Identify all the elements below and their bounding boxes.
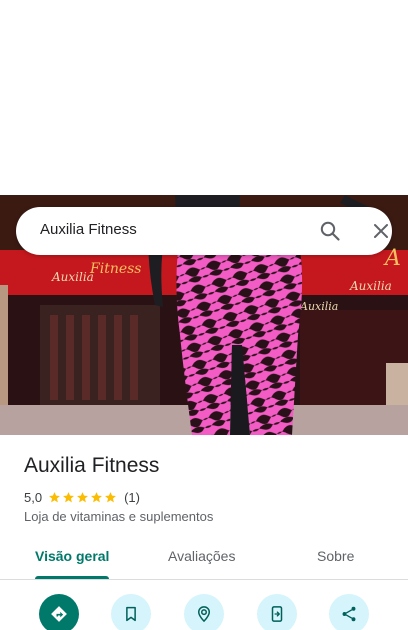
tab-selected-indicator bbox=[35, 576, 109, 579]
svg-text:Fitness: Fitness bbox=[89, 261, 142, 277]
rating-value: 5,0 bbox=[24, 489, 43, 505]
nearby-button[interactable] bbox=[184, 594, 224, 630]
nearby-icon bbox=[197, 606, 211, 623]
svg-text:Auxilia: Auxilia bbox=[299, 300, 338, 313]
search-input[interactable]: Auxilia Fitness bbox=[40, 221, 137, 238]
bookmark-icon bbox=[126, 606, 136, 622]
map-blank-area bbox=[0, 0, 408, 195]
svg-text:A: A bbox=[383, 246, 401, 271]
share-button[interactable] bbox=[329, 594, 369, 630]
star-icon bbox=[49, 491, 60, 502]
share-icon bbox=[342, 606, 356, 622]
send-to-phone-button[interactable] bbox=[257, 594, 297, 630]
star-icon bbox=[77, 491, 88, 502]
star-icon bbox=[105, 491, 116, 502]
place-tabs: Visão geral Avaliações Sobre bbox=[0, 540, 408, 580]
search-bar[interactable]: Auxilia Fitness bbox=[16, 207, 392, 255]
star-rating bbox=[48, 491, 118, 504]
review-count[interactable]: (1) bbox=[124, 490, 140, 505]
star-icon bbox=[63, 491, 74, 502]
star-icon bbox=[91, 491, 102, 502]
place-title: Auxilia Fitness bbox=[24, 454, 160, 477]
rating-row[interactable]: 5,0 (1) bbox=[24, 488, 140, 506]
tab-about[interactable]: Sobre bbox=[317, 548, 354, 564]
action-bar bbox=[0, 594, 408, 630]
tab-overview[interactable]: Visão geral bbox=[35, 548, 109, 564]
directions-icon bbox=[51, 606, 67, 622]
place-category: Loja de vitaminas e suplementos bbox=[24, 509, 214, 524]
svg-text:Auxilia: Auxilia bbox=[349, 279, 392, 293]
svg-text:Auxilia: Auxilia bbox=[51, 270, 94, 284]
close-icon[interactable] bbox=[369, 219, 393, 243]
send-to-phone-icon bbox=[271, 606, 283, 622]
tab-reviews[interactable]: Avaliações bbox=[168, 548, 235, 564]
directions-button[interactable] bbox=[39, 594, 79, 630]
search-icon[interactable] bbox=[318, 219, 342, 243]
save-button[interactable] bbox=[111, 594, 151, 630]
